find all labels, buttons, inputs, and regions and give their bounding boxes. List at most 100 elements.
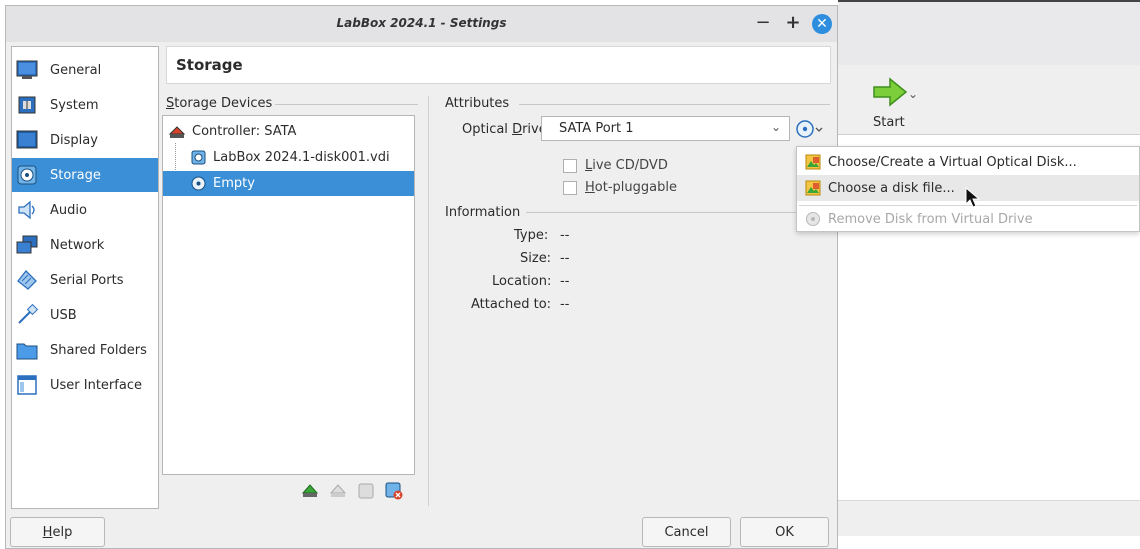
mouse-cursor-icon: [965, 186, 981, 208]
optical-drive-select[interactable]: SATA Port 1 ⌄: [541, 116, 790, 141]
help-button[interactable]: Help: [10, 517, 105, 547]
attributes-divider: [519, 104, 830, 105]
sidebar-item-storage[interactable]: Storage: [12, 158, 158, 192]
sidebar-item-display[interactable]: Display: [12, 123, 158, 157]
live-cd-box: [563, 158, 577, 173]
hard-disk-icon: [190, 150, 206, 166]
location-label: Location:: [492, 274, 552, 289]
sidebar-item-label: User Interface: [50, 377, 142, 393]
page-title: Storage: [176, 56, 243, 74]
chip-icon: [16, 94, 38, 116]
manager-topbar: [838, 0, 1140, 65]
sidebar-item-general[interactable]: General: [12, 53, 158, 87]
storage-devices-divider: [275, 104, 418, 105]
chevron-down-icon: ⌄: [770, 120, 781, 134]
folder-icon: [16, 339, 38, 361]
sidebar-item-serial-ports[interactable]: Serial Ports: [12, 263, 158, 297]
controller-icon: [169, 124, 185, 140]
choose-disk-button[interactable]: [795, 116, 827, 142]
sidebar-item-label: Shared Folders: [50, 342, 147, 358]
controller-label: Controller: SATA: [192, 124, 297, 139]
minimize-button[interactable]: −: [752, 12, 774, 34]
sidebar-item-network[interactable]: Network: [12, 228, 158, 262]
sidebar-item-label: General: [50, 62, 102, 78]
type-value: --: [560, 228, 570, 243]
help-label: Help: [42, 524, 73, 540]
background-manager-window: Start ⌄: [838, 0, 1140, 549]
sidebar-item-audio[interactable]: Audio: [12, 193, 158, 227]
sidebar-item-label: Display: [50, 132, 98, 148]
menu-item-label: Remove Disk from Virtual Drive: [828, 211, 1033, 227]
remove-controller-icon[interactable]: [328, 481, 348, 501]
tree-toolbar: [300, 481, 404, 501]
remove-attachment-icon[interactable]: [384, 481, 404, 501]
storage-devices-group-title: Storage Devices: [166, 96, 273, 111]
cancel-button[interactable]: Cancel: [642, 517, 731, 547]
size-value: --: [560, 251, 570, 266]
menu-item-label: Choose/Create a Virtual Optical Disk...: [828, 154, 1077, 170]
tree-controller-sata[interactable]: Controller: SATA: [163, 119, 414, 144]
hot-pluggable-box: [563, 180, 577, 195]
start-label: Start: [873, 115, 905, 130]
start-arrow-icon: [873, 77, 908, 107]
settings-sidebar: General System Display Storage Audio Net…: [11, 46, 159, 509]
usb-icon: [16, 304, 38, 326]
manager-bottom-bar: [838, 500, 1140, 536]
hot-pluggable-label: Hot-pluggable: [585, 180, 677, 195]
attributes-group-title: Attributes: [445, 96, 510, 111]
sidebar-item-label: Network: [50, 237, 105, 253]
location-value: --: [560, 274, 570, 289]
start-button[interactable]: Start: [852, 71, 922, 131]
start-chevron-down-icon[interactable]: ⌄: [908, 87, 918, 101]
window-icon: [16, 374, 38, 396]
ok-button[interactable]: OK: [740, 517, 829, 547]
network-icon: [16, 234, 38, 256]
sidebar-item-label: USB: [50, 307, 77, 323]
sidebar-item-label: System: [50, 97, 99, 113]
monitor-icon: [16, 59, 38, 81]
optical-disc-icon: [190, 176, 206, 192]
menu-item-choose-create-optical-disk[interactable]: Choose/Create a Virtual Optical Disk...: [797, 149, 1139, 175]
image-file-icon: [804, 153, 822, 171]
speaker-icon: [16, 199, 38, 221]
add-controller-icon[interactable]: [300, 481, 320, 501]
optical-drive-value: SATA Port 1: [559, 121, 634, 136]
size-label: Size:: [520, 251, 552, 266]
optical-drive-label: Optical Drive:: [462, 122, 552, 137]
storage-tree: Controller: SATA LabBox 2024.1-disk001.v…: [162, 115, 415, 475]
tree-optical-empty[interactable]: Empty: [163, 171, 414, 196]
sidebar-item-usb[interactable]: USB: [12, 298, 158, 332]
close-button[interactable]: ✕: [812, 14, 832, 34]
sidebar-item-user-interface[interactable]: User Interface: [12, 368, 158, 402]
manager-toolbar: Start ⌄: [838, 65, 1140, 135]
storage-devices-title-rest: torage Devices: [174, 96, 273, 111]
sidebar-item-label: Serial Ports: [50, 272, 124, 288]
tree-disk-vdi[interactable]: LabBox 2024.1-disk001.vdi: [163, 145, 414, 170]
hot-pluggable-checkbox[interactable]: Hot-pluggable: [563, 180, 677, 195]
image-file-icon: [804, 179, 822, 197]
optical-label: Empty: [213, 176, 255, 191]
storage-icon: [16, 164, 38, 186]
serial-port-icon: [16, 269, 38, 291]
sidebar-item-label: Storage: [50, 167, 101, 183]
add-attachment-icon[interactable]: [356, 481, 376, 501]
eject-disc-icon: [804, 210, 822, 228]
menu-item-label: Choose a disk file...: [828, 180, 955, 196]
attached-to-label: Attached to:: [471, 297, 552, 312]
sidebar-item-label: Audio: [50, 202, 87, 218]
sidebar-item-shared-folders[interactable]: Shared Folders: [12, 333, 158, 367]
information-divider: [526, 212, 798, 213]
disk-label: LabBox 2024.1-disk001.vdi: [213, 150, 390, 165]
information-group-title: Information: [445, 205, 521, 220]
optical-disc-menu-icon: [796, 120, 823, 138]
page-header: Storage: [166, 46, 831, 84]
sidebar-item-system[interactable]: System: [12, 88, 158, 122]
attached-to-value: --: [560, 297, 570, 312]
type-label: Type:: [514, 228, 549, 243]
dialog-title: LabBox 2024.1 - Settings: [336, 16, 507, 30]
live-cd-label: Live CD/DVD: [585, 158, 668, 173]
display-icon: [16, 129, 38, 151]
panel-separator: [428, 96, 429, 506]
maximize-button[interactable]: +: [782, 12, 804, 34]
live-cd-checkbox[interactable]: Live CD/DVD: [563, 158, 668, 173]
